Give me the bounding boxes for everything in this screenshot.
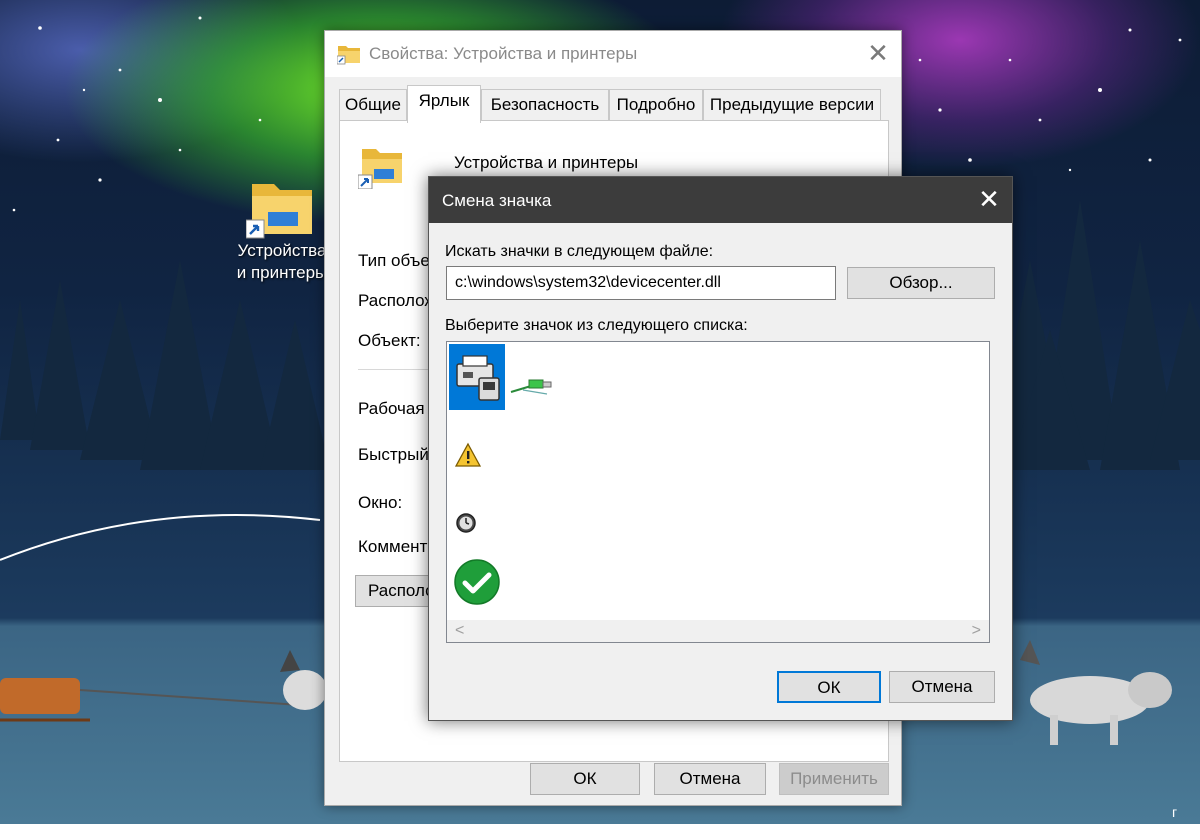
clock-icon	[456, 513, 476, 533]
dialog-ok-button[interactable]: ОК	[777, 671, 881, 703]
properties-titlebar[interactable]: Свойства: Устройства и принтеры ✕	[325, 31, 901, 77]
browse-button[interactable]: Обзор...	[847, 267, 995, 299]
icon-list-label: Выберите значок из следующего списка:	[445, 317, 748, 334]
usb-cable-icon	[510, 379, 552, 395]
close-icon[interactable]: ✕	[855, 31, 901, 77]
tab-general[interactable]: Общие	[339, 89, 407, 121]
field-run-label: Окно:	[358, 493, 403, 512]
warning-icon	[454, 442, 482, 467]
tab-previous-versions[interactable]: Предыдущие версии	[703, 89, 881, 121]
icon-list[interactable]: < >	[446, 341, 990, 643]
field-start-in-label: Рабочая п	[358, 399, 439, 418]
snow-trail	[0, 514, 321, 561]
desktop-shortcut-label: Устройства и принтеры	[236, 241, 328, 282]
dialog-title: Смена значка	[442, 191, 552, 210]
icon-option-printer[interactable]	[449, 344, 505, 410]
tab-details[interactable]: Подробно	[609, 89, 703, 121]
folder-shortcut-icon	[246, 184, 312, 239]
ok-button[interactable]: ОК	[530, 763, 640, 795]
scroll-left-icon[interactable]: <	[455, 622, 464, 640]
change-icon-dialog: Смена значка ✕ Искать значки в следующем…	[428, 176, 1013, 721]
tab-shortcut[interactable]: Ярлык	[407, 85, 481, 123]
field-target-label: Объект:	[358, 331, 421, 350]
tab-security[interactable]: Безопасность	[481, 89, 609, 121]
folder-shortcut-icon	[358, 149, 402, 189]
desktop-shortcut[interactable]: Устройства и принтеры	[226, 176, 338, 284]
field-comment-label: Коммент	[358, 537, 428, 556]
icon-file-path-input[interactable]	[446, 266, 836, 300]
icon-option-warning[interactable]	[454, 442, 482, 468]
dialog-titlebar[interactable]: Смена значка ✕	[429, 177, 1012, 223]
dialog-cancel-button[interactable]: Отмена	[889, 671, 995, 703]
search-file-label: Искать значки в следующем файле:	[445, 243, 714, 260]
window-title: Свойства: Устройства и принтеры	[369, 44, 638, 63]
cancel-button[interactable]: Отмена	[654, 763, 766, 795]
item-name: Устройства и принтеры	[454, 153, 639, 172]
folder-icon	[337, 46, 360, 65]
checkmark-icon	[454, 559, 500, 605]
printer-device-icon	[456, 355, 500, 401]
sled	[0, 678, 301, 722]
scroll-right-icon[interactable]: >	[972, 622, 981, 640]
field-location-label: Располож	[358, 291, 436, 310]
horizontal-scrollbar[interactable]: < >	[447, 620, 989, 642]
close-icon[interactable]: ✕	[966, 177, 1012, 223]
icon-option-cable[interactable]	[507, 372, 557, 402]
icon-option-clock[interactable]	[455, 512, 477, 534]
watermark-text: г	[1172, 804, 1178, 820]
husky-dog-right	[1020, 640, 1172, 745]
icon-option-checkmark[interactable]	[453, 558, 501, 606]
apply-button[interactable]: Применить	[779, 763, 889, 795]
field-type-label: Тип объе	[358, 251, 430, 270]
field-shortcut-key-label: Быстрый	[358, 445, 429, 464]
husky-dog-left	[280, 650, 327, 710]
